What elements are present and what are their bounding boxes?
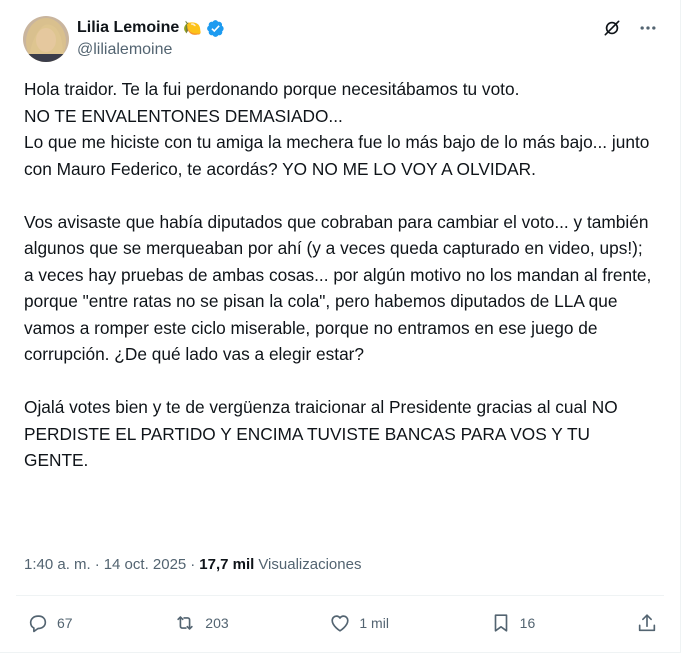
reply-icon (27, 612, 49, 634)
reply-count: 67 (57, 615, 73, 631)
user-handle[interactable]: @lilialemoine (77, 41, 172, 59)
bookmark-button[interactable]: 16 (490, 612, 536, 634)
action-bar: 67 203 1 mil 16 (27, 610, 658, 636)
views-count: 17,7 mil (199, 556, 255, 573)
like-button[interactable]: 1 mil (329, 612, 389, 634)
author-line: Lilia Lemoine 🍋 (77, 16, 225, 40)
like-count: 1 mil (359, 615, 389, 631)
bookmark-count: 16 (519, 615, 536, 631)
heart-icon (329, 612, 351, 634)
tweet-card: Lilia Lemoine 🍋 @lilialemoine Hola traid (0, 0, 681, 653)
meta-separator: · (190, 556, 196, 573)
tweet-paragraph: Hola traidor. Te la fui perdonando porqu… (24, 79, 650, 179)
lemon-emoji: 🍋 (183, 19, 202, 37)
bookmark-icon (490, 612, 512, 634)
more-icon[interactable] (638, 18, 658, 38)
tweet-meta: 1:40 a. m. · 14 oct. 2025 · 17,7 mil Vis… (24, 556, 361, 573)
views-label: Visualizaciones (258, 556, 362, 573)
avatar-image (23, 16, 69, 62)
repost-icon (173, 612, 197, 634)
share-icon (636, 612, 658, 634)
repost-button[interactable]: 203 (173, 612, 229, 634)
tweet-paragraph: Vos avisaste que había diputados que cob… (24, 211, 657, 365)
top-actions (602, 18, 658, 38)
verified-badge-icon[interactable] (206, 19, 225, 38)
share-button[interactable] (636, 612, 658, 634)
divider (16, 595, 664, 596)
tweet-paragraph: Ojalá votes bien y te de vergüenza traic… (24, 397, 623, 470)
repost-count: 203 (205, 615, 229, 631)
avatar[interactable] (23, 16, 69, 62)
tweet-time[interactable]: 1:40 a. m. (24, 556, 91, 573)
reply-button[interactable]: 67 (27, 612, 73, 634)
display-name[interactable]: Lilia Lemoine (77, 19, 179, 37)
meta-separator: · (94, 556, 100, 573)
tweet-date[interactable]: 14 oct. 2025 (104, 556, 187, 573)
grok-icon[interactable] (602, 18, 622, 38)
tweet-text: Hola traidor. Te la fui perdonando porqu… (24, 76, 656, 474)
